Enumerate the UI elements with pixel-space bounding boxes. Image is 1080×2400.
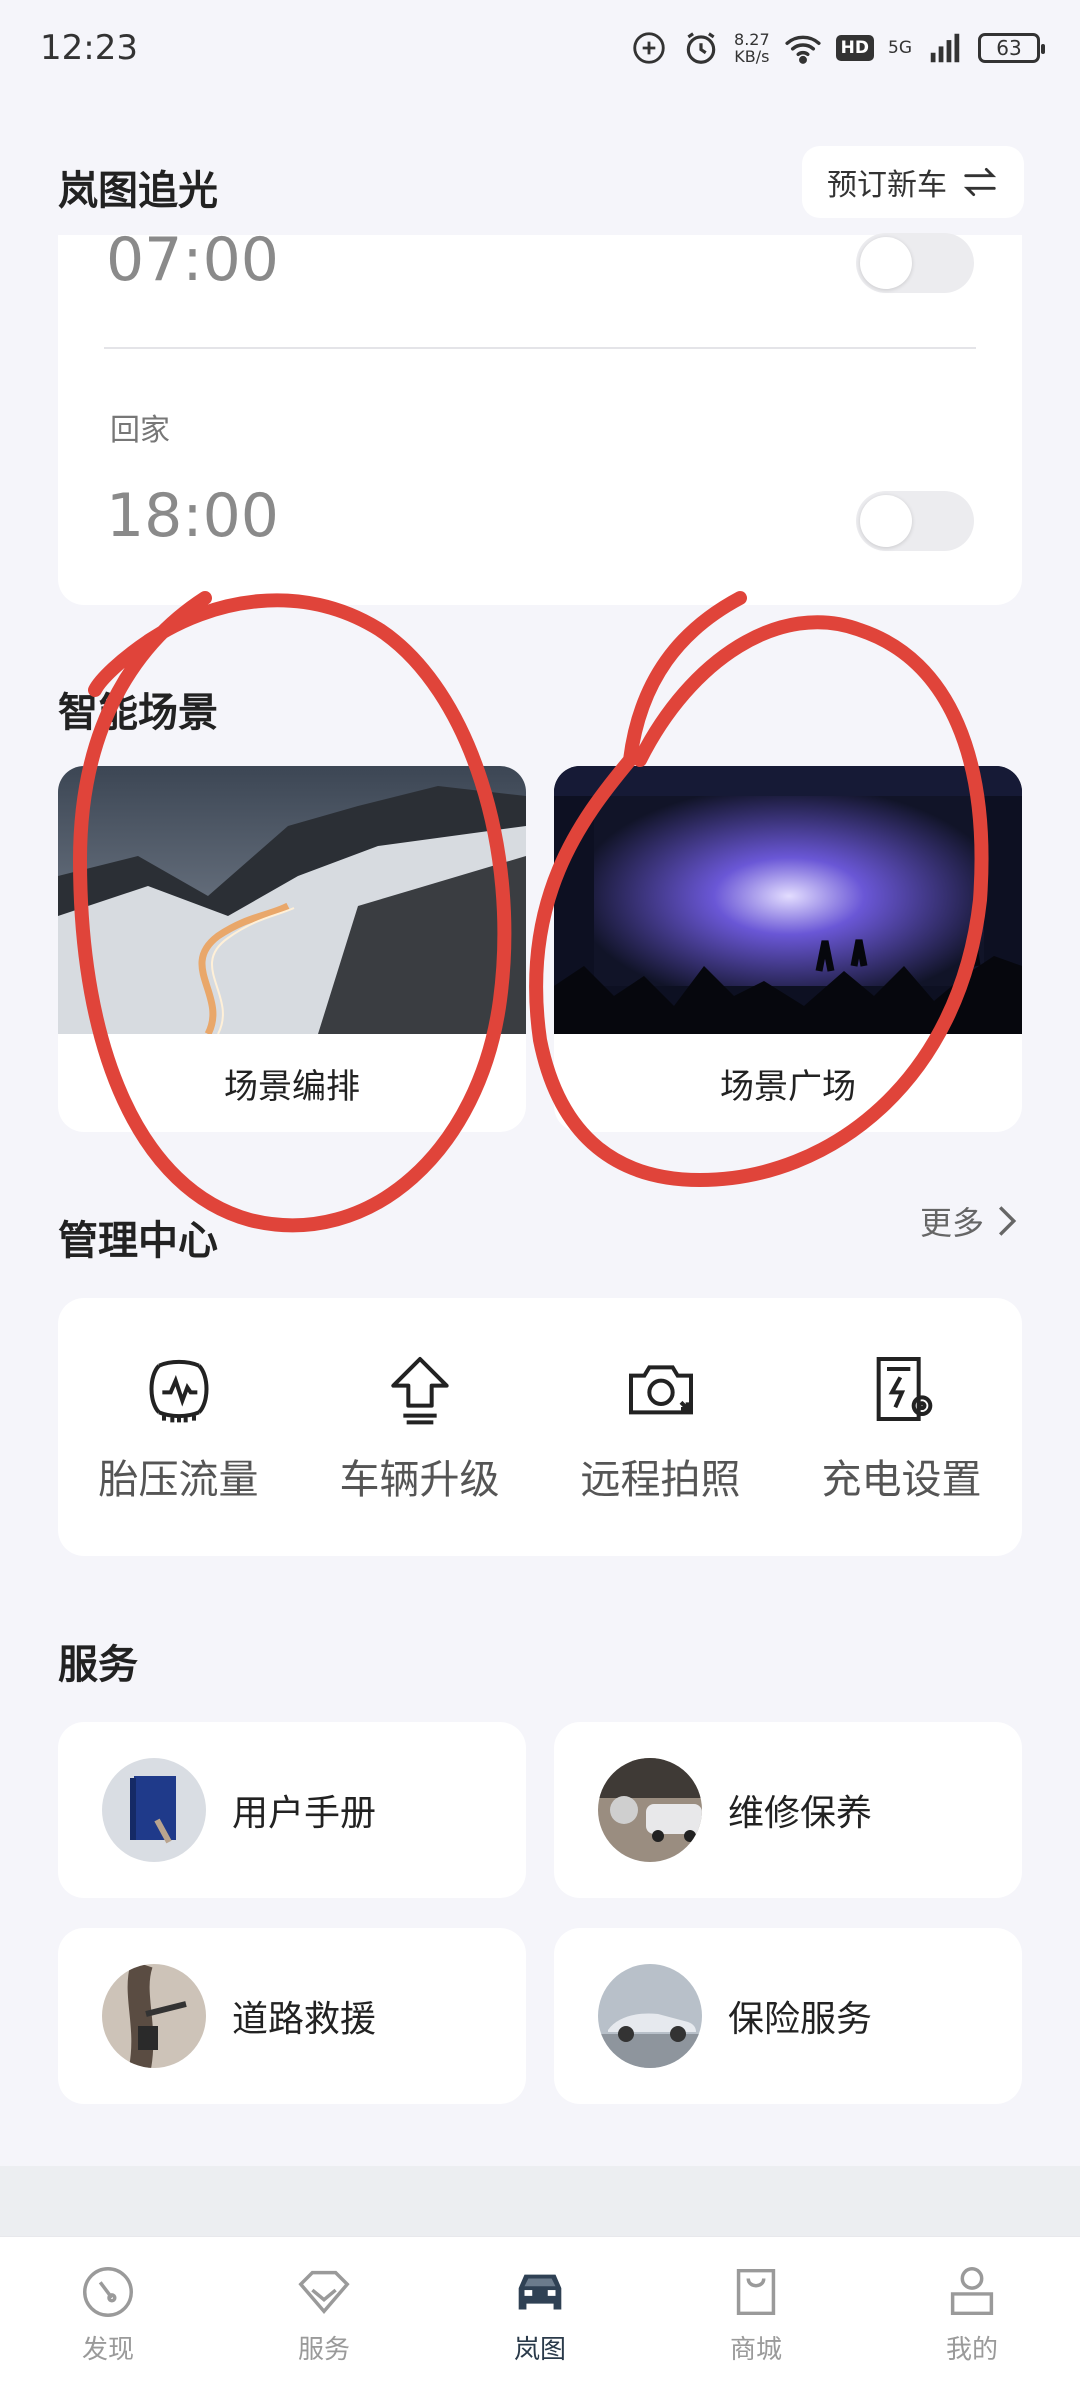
shopping-bag-icon [736, 2268, 776, 2316]
service-insurance[interactable]: 保险服务 [554, 1928, 1022, 2104]
more-link[interactable]: 更多 [920, 1198, 1020, 1244]
nav-item-service[interactable]: 服务 [216, 2237, 432, 2400]
charging-settings-icon [876, 1357, 932, 1421]
schedule-time-home: 18:00 [106, 481, 279, 551]
reserve-new-car-button[interactable]: 预订新车 [802, 146, 1024, 218]
diamond-icon [298, 2270, 350, 2315]
mountain-road-image [58, 766, 526, 1034]
nav-label: 发现 [81, 2335, 134, 2365]
add-circle-icon [633, 32, 665, 64]
signal-icon [930, 33, 960, 63]
toggle-knob [860, 237, 912, 289]
nav-label: 我的 [945, 2335, 998, 2365]
network-type: 5G [888, 38, 912, 58]
status-time: 12:23 [40, 28, 138, 68]
battery-level: 63 [996, 36, 1022, 60]
net-speed: 8.27 KB/s [734, 31, 770, 65]
status-bar: 12:23 8.27 KB/s HD 5G 63 [0, 0, 1080, 100]
schedule-time-first: 07:00 [106, 225, 279, 295]
bottom-nav: 发现 服务 岚图 商城 我的 [0, 2236, 1080, 2400]
mgmt-label: 远程拍照 [580, 1457, 741, 1503]
schedule-card: 07:00 回家 18:00 [58, 225, 1022, 605]
service-label: 用户手册 [232, 1793, 377, 1834]
compass-icon [83, 2267, 133, 2317]
nav-label: 服务 [297, 2335, 350, 2365]
nav-item-discover[interactable]: 发现 [0, 2237, 216, 2400]
management-card: 胎压流量 车辆升级 远程拍照 充电设置 [58, 1298, 1022, 1556]
service-road-rescue[interactable]: 道路救援 [58, 1928, 526, 2104]
swap-arrows-icon [963, 167, 997, 197]
divider [104, 347, 976, 349]
upgrade-arrow-icon [390, 1357, 449, 1425]
nav-label: 商城 [729, 2335, 782, 2365]
hd-badge: HD [835, 35, 874, 61]
profile-icon [950, 2267, 994, 2316]
nav-item-mall[interactable]: 商城 [648, 2237, 864, 2400]
camera-icon [628, 1365, 693, 1415]
schedule-home-label: 回家 [110, 413, 170, 448]
nav-item-mine[interactable]: 我的 [864, 2237, 1080, 2400]
service-label: 道路救援 [232, 1999, 377, 2040]
page-title: 岚图追光 [58, 168, 218, 214]
scene-card-label: 场景广场 [720, 1066, 856, 1107]
schedule-toggle-first[interactable] [856, 233, 974, 293]
wifi-icon [785, 35, 821, 64]
mgmt-label: 胎压流量 [98, 1457, 259, 1503]
smart-scenes-title: 智能场景 [58, 690, 218, 736]
mgmt-remote-photo[interactable]: 远程拍照 [540, 1298, 781, 1556]
tire-pressure-icon [149, 1359, 208, 1423]
mgmt-label: 充电设置 [821, 1457, 982, 1503]
reserve-new-car-label: 预订新车 [827, 168, 947, 203]
scene-card-label: 场景编排 [224, 1066, 360, 1107]
car-icon [518, 2274, 562, 2310]
service-label: 保险服务 [728, 1999, 873, 2040]
user-manual-thumb [102, 1758, 206, 1862]
management-title: 管理中心 [58, 1218, 218, 1264]
mgmt-vehicle-upgrade[interactable]: 车辆升级 [299, 1298, 540, 1556]
mgmt-charging-settings[interactable]: 充电设置 [781, 1298, 1022, 1556]
toggle-knob [860, 495, 912, 547]
schedule-toggle-home[interactable] [856, 491, 974, 551]
concert-stage-image [554, 766, 1022, 1034]
service-label: 维修保养 [728, 1793, 873, 1834]
maintenance-thumb [598, 1758, 702, 1862]
chevron-right-icon [998, 1206, 1017, 1236]
net-speed-value: 8.27 [734, 30, 770, 49]
road-rescue-thumb [102, 1964, 206, 2068]
scene-card-plaza[interactable]: 场景广场 [554, 766, 1022, 1132]
nav-label: 岚图 [513, 2335, 566, 2365]
services-title: 服务 [58, 1642, 138, 1688]
insurance-thumb [598, 1964, 702, 2068]
service-user-manual[interactable]: 用户手册 [58, 1722, 526, 1898]
scene-card-orchestration[interactable]: 场景编排 [58, 766, 526, 1132]
status-icons: 8.27 KB/s HD 5G 63 [630, 26, 1045, 70]
alarm-icon [686, 32, 716, 64]
battery-icon: 63 [978, 33, 1045, 63]
mgmt-tire-pressure[interactable]: 胎压流量 [58, 1298, 299, 1556]
nav-item-voyah[interactable]: 岚图 [432, 2237, 648, 2400]
more-label: 更多 [919, 1204, 984, 1242]
mgmt-label: 车辆升级 [339, 1457, 500, 1503]
bottom-band [0, 2166, 1080, 2236]
net-speed-unit: KB/s [734, 47, 770, 66]
service-maintenance[interactable]: 维修保养 [554, 1722, 1022, 1898]
